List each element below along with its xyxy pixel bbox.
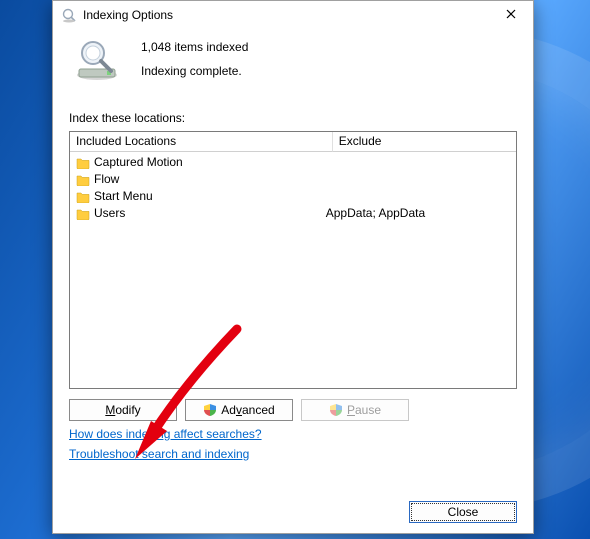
exclude-column: AppData; AppData [320, 152, 516, 388]
list-item[interactable]: Captured Motion [76, 154, 314, 171]
exclude-cell [326, 171, 510, 188]
link-troubleshoot[interactable]: Troubleshoot search and indexing [69, 447, 249, 461]
folder-icon [76, 174, 90, 186]
shield-icon [329, 403, 343, 417]
item-name: Users [94, 205, 125, 222]
exclude-cell [326, 188, 510, 205]
titlebar: Indexing Options [53, 1, 533, 29]
folder-icon [76, 208, 90, 220]
close-button[interactable]: Close [409, 501, 517, 523]
indexing-state: Indexing complete. [141, 64, 248, 78]
locations-list[interactable]: Included Locations Exclude Captured Moti… [69, 131, 517, 389]
exclude-cell [326, 154, 510, 171]
pause-button: Pause [301, 399, 409, 421]
list-item[interactable]: Users [76, 205, 314, 222]
indexed-count: 1,048 items indexed [141, 40, 248, 54]
button-row: Modify Advanced [69, 399, 517, 421]
list-body: Captured MotionFlowStart MenuUsers AppDa… [70, 152, 516, 388]
dialog-content: 1,048 items indexed Indexing complete. I… [53, 29, 533, 533]
link-how-indexing[interactable]: How does indexing affect searches? [69, 427, 262, 441]
list-header: Included Locations Exclude [70, 132, 516, 152]
exclude-cell: AppData; AppData [326, 205, 510, 222]
dialog-title: Indexing Options [83, 8, 489, 22]
item-name: Flow [94, 171, 119, 188]
modify-button[interactable]: Modify [69, 399, 177, 421]
status-row: 1,048 items indexed Indexing complete. [69, 35, 517, 83]
advanced-button[interactable]: Advanced [185, 399, 293, 421]
close-icon [506, 9, 516, 19]
magnifier-drive-icon [73, 35, 121, 83]
item-name: Start Menu [94, 188, 153, 205]
indexing-options-dialog: Indexing Options 1,048 items ind [52, 0, 534, 534]
included-column: Captured MotionFlowStart MenuUsers [70, 152, 320, 388]
folder-icon [76, 157, 90, 169]
indexing-icon [61, 7, 77, 23]
list-item[interactable]: Flow [76, 171, 314, 188]
folder-icon [76, 191, 90, 203]
links: How does indexing affect searches? Troub… [69, 427, 517, 467]
shield-icon [203, 403, 217, 417]
list-item[interactable]: Start Menu [76, 188, 314, 205]
item-name: Captured Motion [94, 154, 183, 171]
title-close-button[interactable] [489, 1, 533, 29]
status-text: 1,048 items indexed Indexing complete. [141, 40, 248, 78]
dialog-footer: Close [69, 501, 517, 523]
col-header-included[interactable]: Included Locations [70, 132, 333, 152]
locations-label: Index these locations: [69, 111, 517, 125]
col-header-exclude[interactable]: Exclude [333, 132, 516, 152]
